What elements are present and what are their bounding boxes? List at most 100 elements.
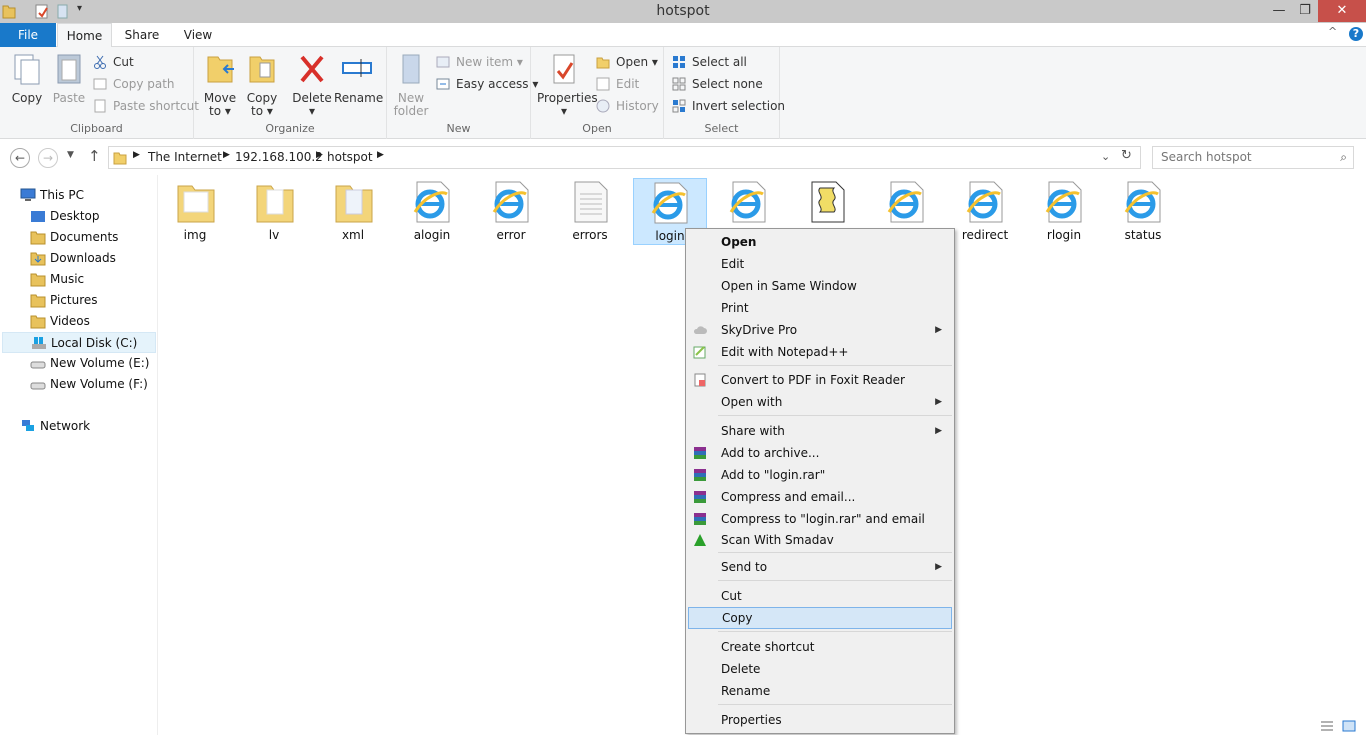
collapse-ribbon-icon[interactable]: ^	[1328, 25, 1337, 38]
file-item-lv[interactable]: lv	[238, 178, 310, 244]
move-to-button[interactable]: Move to ▾	[202, 51, 238, 118]
file-item-xml[interactable]: xml	[317, 178, 389, 244]
new-folder-icon[interactable]	[56, 4, 70, 19]
select-all-button[interactable]: Select all	[672, 52, 747, 72]
menu-properties[interactable]: Properties	[688, 709, 952, 731]
delete-button[interactable]: Delete ▾	[292, 51, 332, 118]
cut-button[interactable]: Cut	[93, 52, 134, 72]
copy-path-button[interactable]: Copy path	[93, 74, 175, 94]
clipboard-group-label: Clipboard	[70, 122, 123, 135]
move-to-icon	[207, 56, 234, 83]
select-all-label: Select all	[692, 55, 747, 69]
back-button[interactable]: ←	[10, 148, 30, 168]
up-button[interactable]: ↑	[88, 147, 101, 165]
menu-rename[interactable]: Rename	[688, 680, 952, 702]
menu-delete[interactable]: Delete	[688, 658, 952, 680]
select-group: Select all Select none Invert selection …	[664, 47, 785, 139]
refresh-icon[interactable]: ↻	[1121, 148, 1132, 163]
network-icon	[22, 420, 34, 431]
menu-open-with[interactable]: Open with ▶	[688, 391, 952, 413]
tab-share[interactable]: Share	[114, 23, 170, 47]
copy-label: Copy	[11, 91, 43, 105]
videos-icon	[30, 315, 46, 329]
file-item-errors[interactable]: errors	[554, 178, 626, 244]
select-none-button[interactable]: Select none	[672, 74, 763, 94]
open-button[interactable]: Open ▾	[596, 52, 658, 72]
tab-home[interactable]: Home	[57, 23, 112, 48]
menu-create-shortcut[interactable]: Create shortcut	[688, 636, 952, 658]
breadcrumb-ip[interactable]: 192.168.100.2	[235, 150, 323, 164]
nav-local-disk-c[interactable]: Local Disk (C:)	[2, 332, 156, 353]
file-item-img[interactable]: img	[159, 178, 231, 244]
tab-view[interactable]: View	[172, 23, 224, 47]
desktop-icon	[31, 211, 45, 222]
menu-compress-email[interactable]: Compress and email...	[688, 486, 952, 508]
menu-convert-pdf[interactable]: Convert to PDF in Foxit Reader	[688, 369, 952, 391]
file-item-redirect[interactable]: redirect	[949, 178, 1021, 244]
breadcrumb-internet[interactable]: The Internet	[148, 150, 222, 164]
paste-button[interactable]: Paste	[50, 51, 88, 105]
menu-open[interactable]: Open	[688, 231, 952, 253]
open-icon	[596, 57, 610, 69]
maximize-button[interactable]: ❐	[1290, 0, 1320, 22]
delete-label: Delete	[292, 91, 332, 105]
forward-button[interactable]: →	[38, 148, 58, 168]
menu-separator	[718, 704, 952, 705]
ie-html-icon	[887, 181, 924, 223]
menu-compress-rar-email[interactable]: Compress to "login.rar" and email	[688, 508, 952, 530]
new-item-button[interactable]: New item ▾	[436, 52, 523, 72]
edit-button[interactable]: Edit	[596, 74, 639, 94]
file-item-error[interactable]: error	[475, 178, 547, 244]
menu-add-to-rar[interactable]: Add to "login.rar"	[688, 464, 952, 486]
close-button[interactable]: ✕	[1318, 0, 1366, 22]
invert-selection-button[interactable]: Invert selection	[672, 96, 785, 116]
menu-share-with[interactable]: Share with ▶	[688, 420, 952, 442]
menu-cut[interactable]: Cut	[688, 585, 952, 607]
menu-add-to-archive[interactable]: Add to archive...	[688, 442, 952, 464]
address-bar[interactable]: ▶ The Internet ▶ 192.168.100.2 ▶ hotspot…	[108, 146, 1141, 169]
new-folder-button[interactable]: New folder	[393, 51, 429, 118]
help-icon[interactable]: ?	[1349, 27, 1363, 41]
menu-edit-notepadpp[interactable]: Edit with Notepad++	[688, 341, 952, 363]
easy-access-button[interactable]: Easy access ▾	[436, 74, 538, 94]
navigation-pane: This PC Desktop Documents Downloads Musi…	[0, 175, 158, 735]
address-dropdown-icon[interactable]: ⌄	[1101, 150, 1110, 163]
submenu-arrow-icon: ▶	[935, 325, 942, 335]
new-group: New folder New item ▾ Easy access ▾ New	[387, 47, 538, 139]
menu-print[interactable]: Print	[688, 297, 952, 319]
recent-locations-icon[interactable]: ▼	[67, 150, 74, 160]
file-item-alogin[interactable]: alogin	[396, 178, 468, 244]
paste-shortcut-button[interactable]: Paste shortcut	[93, 96, 199, 116]
file-item-status[interactable]: status	[1107, 178, 1179, 244]
new-group-label: New	[446, 122, 471, 135]
rename-button[interactable]: Rename	[334, 51, 383, 105]
winrar-icon	[694, 491, 706, 503]
file-item-rlogin[interactable]: rlogin	[1028, 178, 1100, 244]
details-view-icon[interactable]	[1320, 719, 1334, 733]
properties-button[interactable]: Properties ▾	[537, 51, 598, 118]
menu-skydrive-pro[interactable]: SkyDrive Pro ▶	[688, 319, 952, 341]
easy-access-icon	[436, 78, 450, 90]
ribbon: Copy Paste Cut Copy path Paste shortcut …	[0, 47, 1366, 139]
drive-icon	[30, 361, 46, 369]
menu-open-same-window[interactable]: Open in Same Window	[688, 275, 952, 297]
copy-button[interactable]: Copy	[8, 51, 46, 105]
history-button[interactable]: History	[596, 96, 659, 116]
copy-to-button[interactable]: Copy to ▾	[244, 51, 280, 118]
open-group: Properties ▾ Open ▾ Edit History Open	[531, 47, 664, 139]
menu-edit[interactable]: Edit	[688, 253, 952, 275]
search-input[interactable]: Search hotspot ⌕	[1152, 146, 1354, 169]
qat-dropdown-icon[interactable]: ▾	[77, 3, 82, 14]
menu-copy[interactable]: Copy	[688, 607, 952, 629]
menu-separator	[718, 580, 952, 581]
new-item-label: New item	[456, 55, 514, 69]
address-row: ← → ▼ ↑ ▶ The Internet ▶ 192.168.100.2 ▶…	[0, 143, 1366, 171]
menu-send-to[interactable]: Send to ▶	[688, 556, 952, 578]
menu-scan-smadav[interactable]: Scan With Smadav	[688, 529, 952, 551]
properties-label: Properties	[537, 91, 598, 105]
tab-file[interactable]: File	[0, 23, 56, 47]
ie-html-icon	[413, 181, 450, 223]
breadcrumb-hotspot[interactable]: hotspot	[327, 150, 373, 164]
properties-icon[interactable]	[35, 4, 49, 19]
large-icons-view-icon[interactable]	[1342, 719, 1356, 733]
